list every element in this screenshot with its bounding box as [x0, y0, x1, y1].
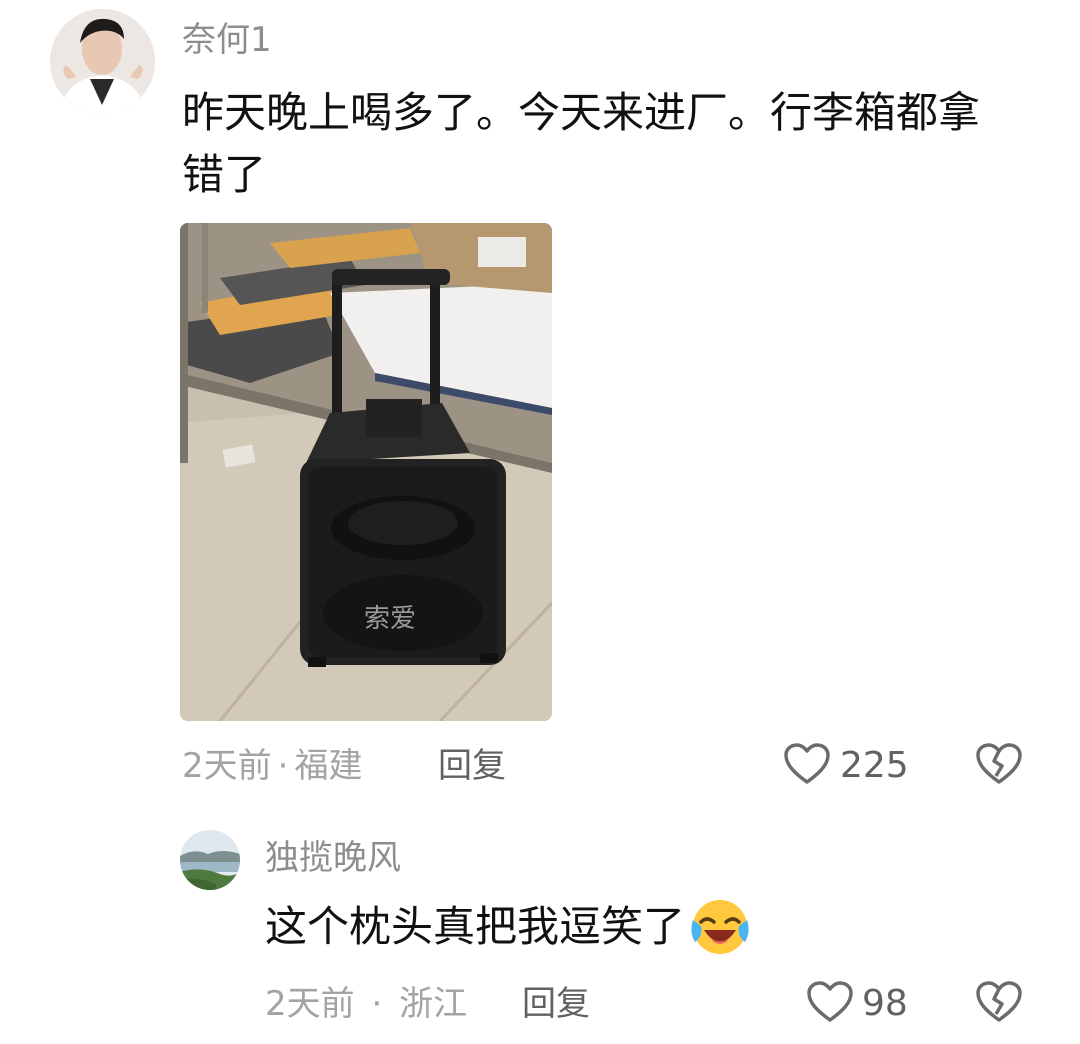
- comment-time: 2天前: [182, 746, 272, 786]
- broken-heart-icon[interactable]: [975, 980, 1023, 1024]
- comment-time: 2天前: [265, 984, 355, 1024]
- reply-button[interactable]: 回复: [522, 980, 590, 1028]
- like-count: 225: [840, 745, 909, 786]
- comment-location: 浙江: [399, 984, 468, 1024]
- like-count: 98: [862, 983, 908, 1024]
- speaker-brand-label: 索爱: [364, 604, 416, 634]
- comment-text: 昨天晚上喝多了。今天来进厂。行李箱都拿错了: [182, 88, 981, 199]
- comment-username[interactable]: 奈何1: [182, 18, 272, 62]
- heart-outline-icon[interactable]: [806, 980, 854, 1024]
- broken-heart-icon[interactable]: [975, 742, 1023, 786]
- reply-button[interactable]: 回复: [438, 742, 506, 790]
- comment-meta: 2天前 · 浙江: [265, 980, 467, 1028]
- laughing-crying-emoji-icon: [691, 900, 749, 954]
- avatar[interactable]: [180, 830, 240, 890]
- comment-text-row: 这个枕头真把我逗笑了: [265, 896, 751, 958]
- comment-item: 奈何1 昨天晚上喝多了。今天来进厂。行李箱都拿错了 索爱 2天前 · 福建 回复…: [0, 0, 1080, 800]
- comment-location: 福建: [294, 746, 363, 786]
- meta-separator: ·: [277, 746, 289, 786]
- comment-photo[interactable]: 索爱: [180, 223, 552, 721]
- comment-text: 这个枕头真把我逗笑了: [265, 902, 686, 951]
- heart-outline-icon[interactable]: [783, 742, 831, 786]
- meta-separator: ·: [371, 984, 383, 1024]
- reply-comment-item: 独揽晚风 这个枕头真把我逗笑了 2天前 · 浙江 回复 98: [0, 800, 1080, 1044]
- avatar[interactable]: [50, 9, 155, 114]
- comment-username[interactable]: 独揽晚风: [265, 836, 401, 880]
- comment-meta: 2天前 · 福建: [182, 742, 362, 790]
